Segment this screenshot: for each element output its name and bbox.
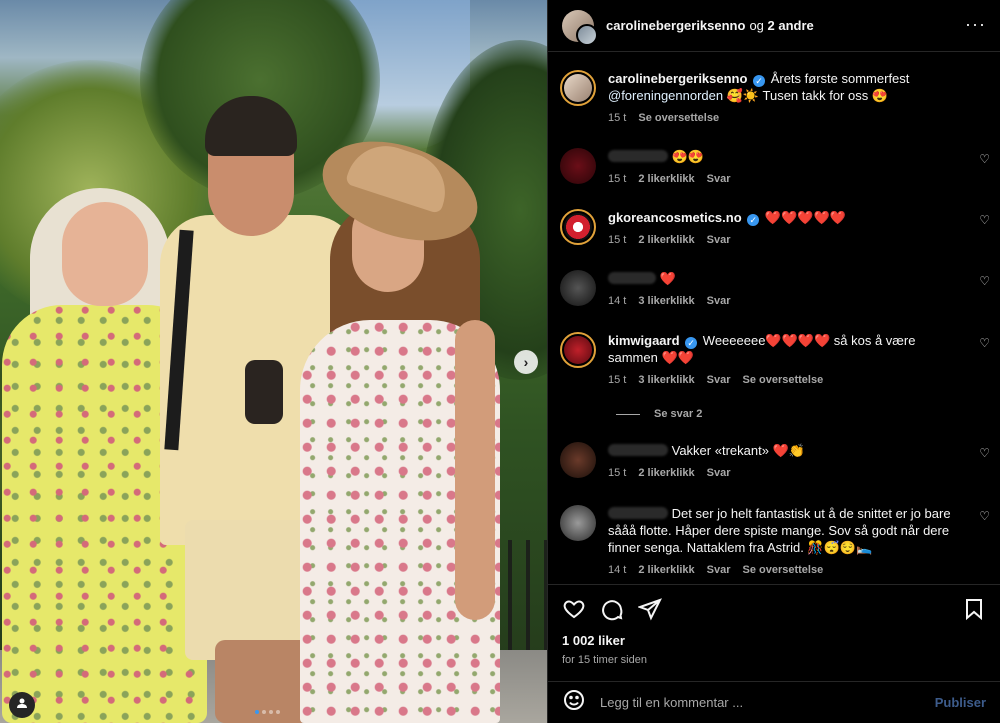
- comment-item: Vakker «trekant» ❤️👏 15 t 2 likerklikk S…: [560, 442, 990, 482]
- add-comment-bar: Publiser: [548, 681, 1000, 723]
- comment-time[interactable]: 15 t: [608, 372, 626, 389]
- comment-likes[interactable]: 2 likerklikk: [638, 465, 694, 482]
- reply-button[interactable]: Svar: [707, 465, 731, 482]
- post-photo[interactable]: ›: [0, 0, 547, 723]
- view-replies-button[interactable]: Se svar 2: [616, 408, 702, 420]
- post-timestamp[interactable]: for 15 timer siden: [562, 654, 986, 666]
- coauthors-count[interactable]: 2 andre: [768, 18, 814, 33]
- comment-item: Det ser jo helt fantastisk ut å de snitt…: [560, 505, 990, 579]
- reply-button[interactable]: Svar: [707, 232, 731, 249]
- like-comment-heart-icon[interactable]: ♡: [979, 336, 990, 350]
- woman-left-face: [62, 202, 148, 306]
- like-comment-heart-icon[interactable]: ♡: [979, 446, 990, 460]
- comment-translate[interactable]: Se oversettelse: [743, 372, 824, 389]
- redacted-username: [608, 507, 668, 519]
- emoji-smiley-icon[interactable]: [562, 688, 586, 718]
- author-username[interactable]: carolinebergeriksenno: [606, 18, 745, 33]
- comment-bubble-icon[interactable]: [600, 597, 624, 621]
- likes-count[interactable]: 1 002 liker: [562, 633, 986, 648]
- comment-input[interactable]: [600, 695, 935, 710]
- comment-avatar[interactable]: [560, 270, 596, 306]
- post-header: carolinebergeriksenno og 2 andre ···: [548, 0, 1000, 52]
- coauthors-text[interactable]: og 2 andre: [749, 18, 813, 33]
- like-comment-heart-icon[interactable]: ♡: [979, 152, 990, 166]
- verified-badge-icon: ✓: [685, 337, 698, 349]
- comment-item: 😍😍 15 t 2 likerklikk Svar ♡: [560, 148, 990, 188]
- caption-avatar[interactable]: [560, 70, 596, 106]
- comment-text: ❤️❤️❤️❤️❤️: [764, 210, 846, 225]
- author-avatar[interactable]: [562, 9, 598, 46]
- comment-text: 😍😍: [671, 149, 704, 164]
- comment-likes[interactable]: 2 likerklikk: [638, 171, 694, 188]
- verified-badge-icon: ✓: [747, 214, 760, 226]
- verified-badge-icon: ✓: [753, 75, 766, 87]
- comment-avatar[interactable]: [560, 148, 596, 184]
- comment-avatar[interactable]: [560, 332, 596, 368]
- comment-time[interactable]: 15 t: [608, 171, 626, 188]
- caption-text-after: 🥰☀️ Tusen takk for oss 😍: [726, 88, 889, 103]
- like-comment-heart-icon[interactable]: ♡: [979, 274, 990, 288]
- comment-time[interactable]: 15 t: [608, 232, 626, 249]
- coauthors-and: og: [749, 18, 764, 33]
- comment-username[interactable]: gkoreancosmetics.no: [608, 210, 742, 225]
- like-comment-heart-icon[interactable]: ♡: [979, 213, 990, 227]
- caption-translate[interactable]: Se oversettelse: [638, 110, 719, 127]
- comment-avatar[interactable]: [560, 209, 596, 245]
- comment-likes[interactable]: 3 likerklikk: [638, 293, 694, 310]
- comment-time[interactable]: 14 t: [608, 293, 626, 310]
- woman-right-arm: [455, 320, 495, 620]
- redacted-username: [608, 444, 668, 456]
- comment-translate[interactable]: Se oversettelse: [743, 562, 824, 579]
- caption-username[interactable]: carolinebergeriksenno: [608, 71, 747, 86]
- reply-button[interactable]: Svar: [707, 171, 731, 188]
- comment-text: Vakker «trekant» ❤️👏: [671, 443, 805, 458]
- like-heart-icon[interactable]: [562, 597, 586, 621]
- caption-mention[interactable]: @foreningennorden: [608, 88, 723, 103]
- publish-button[interactable]: Publiser: [935, 695, 986, 710]
- side-panel: carolinebergeriksenno og 2 andre ··· car…: [547, 0, 1000, 723]
- comment-likes[interactable]: 3 likerklikk: [638, 372, 694, 389]
- bookmark-icon[interactable]: [962, 597, 986, 621]
- reply-button[interactable]: Svar: [707, 372, 731, 389]
- comment-item: kimwigaard ✓ Weeeeeee❤️❤️❤️❤️ så kos å v…: [560, 332, 990, 389]
- caption-text: Årets første sommerfest: [770, 71, 910, 86]
- redacted-username: [608, 150, 668, 162]
- comment-item: gkoreancosmetics.no ✓ ❤️❤️❤️❤️❤️ 15 t 2 …: [560, 209, 990, 249]
- redacted-username: [608, 272, 656, 284]
- carousel-dot: [276, 710, 280, 714]
- post-actions: 1 002 liker for 15 timer siden: [548, 584, 1000, 680]
- man-sunglasses: [245, 360, 283, 424]
- reply-button[interactable]: Svar: [707, 562, 731, 579]
- reply-button[interactable]: Svar: [707, 293, 731, 310]
- like-comment-heart-icon[interactable]: ♡: [979, 509, 990, 523]
- view-replies-label[interactable]: Se svar 2: [654, 408, 702, 420]
- replies-divider: [616, 413, 640, 415]
- carousel-dot: [255, 710, 259, 714]
- comments-list[interactable]: carolinebergeriksenno ✓ Årets første som…: [548, 52, 1000, 584]
- user-tags-icon[interactable]: [9, 692, 35, 718]
- comment-time[interactable]: 14 t: [608, 562, 626, 579]
- comment-avatar[interactable]: [560, 505, 596, 541]
- share-paper-plane-icon[interactable]: [637, 597, 662, 621]
- comment-text: ❤️: [659, 271, 676, 286]
- comment-username[interactable]: kimwigaard: [608, 333, 680, 348]
- comment-time[interactable]: 15 t: [608, 465, 626, 482]
- comment-item: ❤️ 14 t 3 likerklikk Svar ♡: [560, 270, 990, 310]
- comment-likes[interactable]: 2 likerklikk: [638, 232, 694, 249]
- carousel-dot: [262, 710, 266, 714]
- caption-time[interactable]: 15 t: [608, 110, 626, 127]
- more-horizontal-icon[interactable]: ···: [965, 14, 986, 35]
- comment-avatar[interactable]: [560, 442, 596, 478]
- comment-likes[interactable]: 2 likerklikk: [638, 562, 694, 579]
- carousel-dot: [269, 710, 273, 714]
- next-photo-button[interactable]: ›: [514, 350, 538, 374]
- caption: carolinebergeriksenno ✓ Årets første som…: [560, 70, 990, 127]
- carousel-dots: [255, 710, 280, 714]
